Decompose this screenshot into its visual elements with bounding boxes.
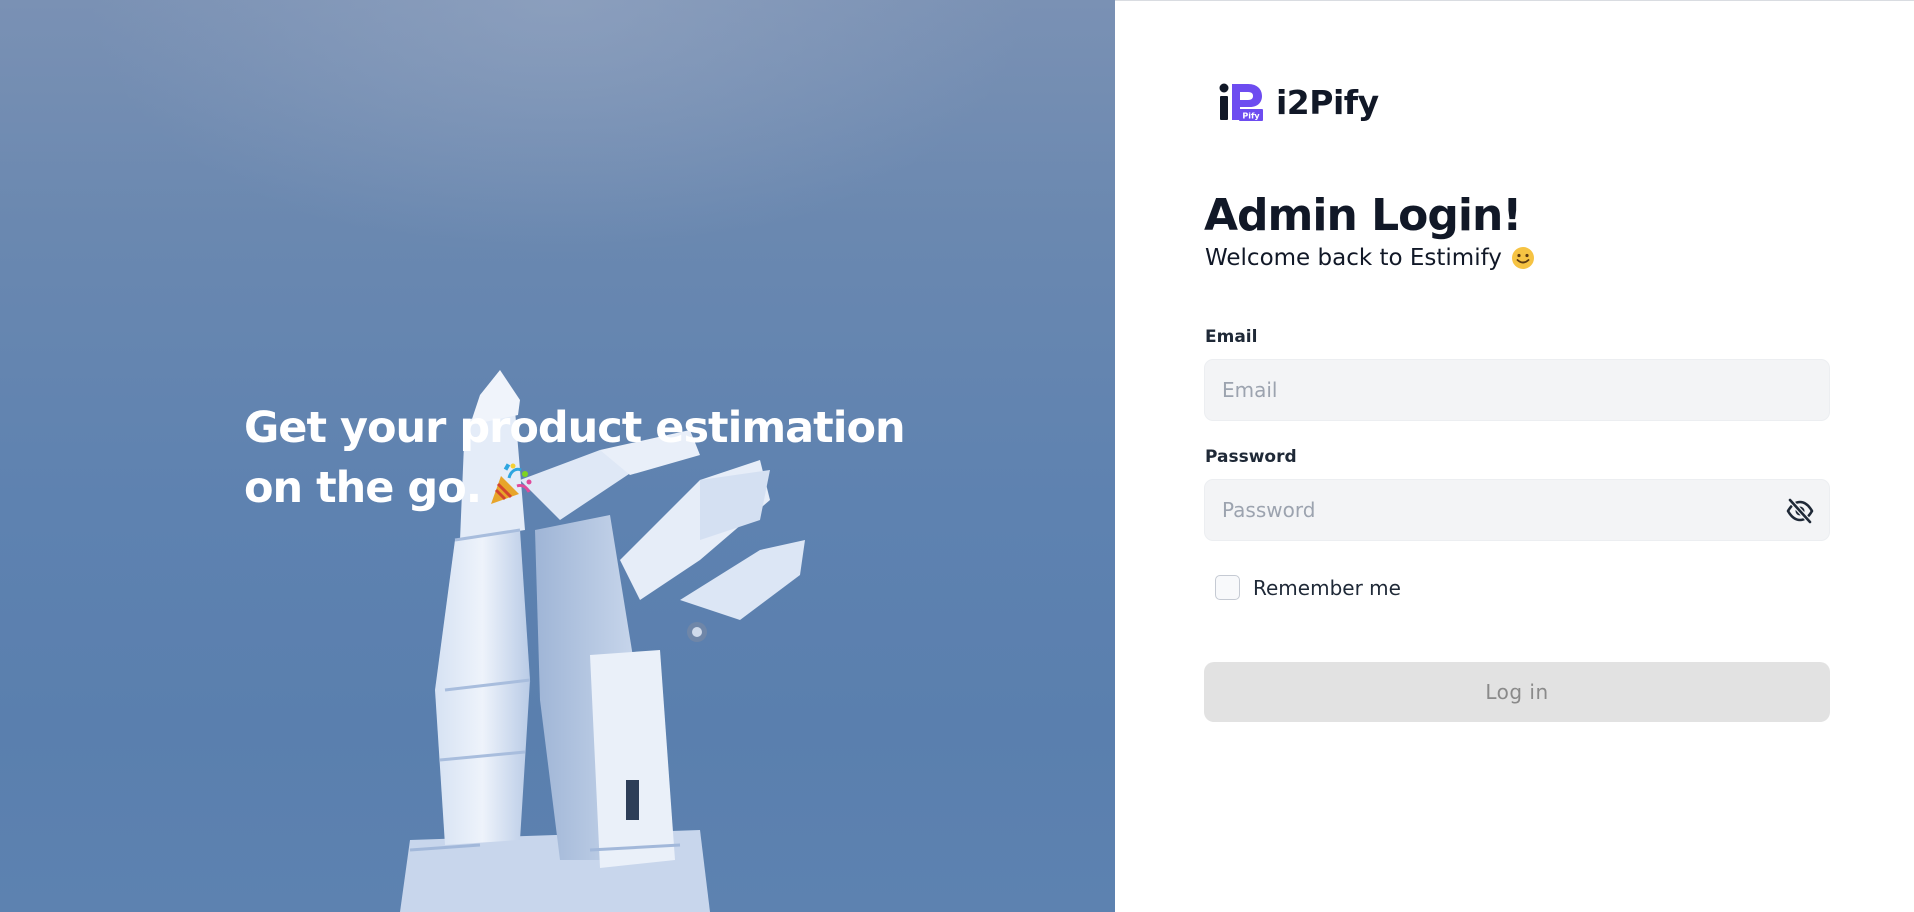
hero-line-1: Get your product estimation — [244, 403, 906, 453]
email-field[interactable] — [1205, 360, 1829, 420]
password-label: Password — [1205, 447, 1297, 467]
eye-off-icon[interactable] — [1786, 498, 1814, 524]
hero-panel: Get your product estimation on the go. — [0, 0, 1115, 912]
password-field[interactable] — [1205, 480, 1829, 540]
hero-headline: Get your product estimation on the go. — [244, 398, 906, 518]
i2pify-logo-icon: Pify — [1219, 83, 1263, 121]
login-button[interactable]: Log in — [1204, 662, 1830, 722]
remember-me-checkbox[interactable] — [1215, 575, 1240, 600]
remember-me[interactable]: Remember me — [1215, 575, 1401, 600]
subtitle-text: Welcome back to Estimify — [1205, 245, 1502, 271]
login-page: Get your product estimation on the go. P… — [0, 0, 1914, 912]
logo-badge-text: Pify — [1242, 112, 1260, 121]
smiling-face-icon — [1511, 247, 1534, 269]
brand: Pify i2Pify — [1218, 82, 1379, 122]
remember-me-label[interactable]: Remember me — [1253, 576, 1401, 600]
brand-name: i2Pify — [1276, 82, 1379, 122]
page-subtitle: Welcome back to Estimify — [1205, 245, 1535, 271]
hero-line-2: on the go. — [244, 463, 482, 513]
email-label: Email — [1205, 327, 1258, 347]
email-field-container — [1204, 359, 1830, 421]
password-field-container — [1204, 479, 1830, 541]
page-title: Admin Login! — [1204, 190, 1522, 241]
party-popper-icon — [491, 463, 532, 504]
